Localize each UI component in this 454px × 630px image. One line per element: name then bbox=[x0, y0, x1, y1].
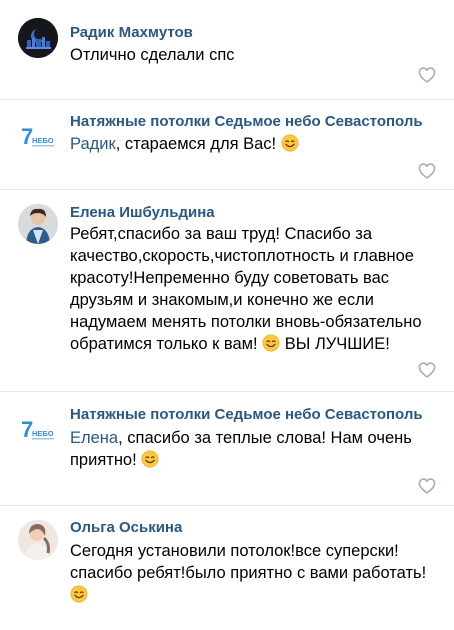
comment-body: , стараемся для Вас! bbox=[115, 135, 277, 153]
svg-text:НЕБО: НЕБО bbox=[32, 429, 54, 438]
comment-item: 7 НЕБО Натяжные потолки Седьмое небо Сев… bbox=[0, 392, 454, 505]
comment-body: , спасибо за теплые слова! Нам очень при… bbox=[70, 429, 412, 469]
brand-logo-7-nebo-icon: 7 НЕБО bbox=[21, 417, 54, 442]
smiley-emoji-icon bbox=[262, 334, 280, 352]
comment-body-end: ВЫ ЛУЧШИЕ! bbox=[280, 335, 390, 353]
comment-item: Радик Махмутов Отлично сделали спс bbox=[0, 0, 454, 99]
woman-photo-avatar-icon bbox=[18, 520, 58, 560]
smiley-emoji-icon bbox=[281, 134, 299, 152]
comment-author[interactable]: Натяжные потолки Седьмое небо Севастопол… bbox=[70, 113, 423, 131]
mention-link[interactable]: Радик bbox=[70, 135, 116, 153]
avatar[interactable] bbox=[18, 204, 58, 244]
comment-text: Елена, спасибо за теплые слова! Нам очен… bbox=[70, 427, 442, 471]
heart-icon[interactable] bbox=[418, 163, 436, 179]
comment-author[interactable]: Елена Ишбульдина bbox=[70, 204, 215, 222]
comment-item: Елена Ишбульдина Ребят,спасибо за ваш тр… bbox=[0, 190, 454, 390]
avatar[interactable] bbox=[18, 520, 58, 560]
comment-text: Сегодня установили потолок!все суперски!… bbox=[70, 540, 442, 606]
brand-logo-7-nebo-icon: 7 НЕБО bbox=[21, 124, 54, 149]
smiley-emoji-icon bbox=[141, 450, 159, 468]
comment-author[interactable]: Натяжные потолки Седьмое небо Севастопол… bbox=[70, 406, 423, 424]
mention-link[interactable]: Елена bbox=[70, 429, 118, 447]
comment-body: Сегодня установили потолок!все суперски!… bbox=[70, 542, 427, 582]
comment-text: Радик, стараемся для Вас! bbox=[70, 133, 442, 155]
avatar[interactable]: 7 НЕБО bbox=[18, 409, 58, 449]
comment-item: 7 НЕБО Натяжные потолки Седьмое небо Сев… bbox=[0, 100, 454, 189]
svg-text:НЕБО: НЕБО bbox=[32, 136, 54, 145]
smiley-emoji-icon bbox=[70, 585, 88, 603]
comment-item: Ольга Оськина Сегодня установили потолок… bbox=[0, 506, 454, 630]
comment-text: Отлично сделали спс bbox=[70, 46, 235, 64]
comment-body: Ребят,спасибо за ваш труд! Спасибо за ка… bbox=[70, 225, 422, 353]
moon-city-avatar-icon bbox=[18, 18, 58, 58]
comment-author[interactable]: Ольга Оськина bbox=[70, 519, 182, 537]
heart-icon[interactable] bbox=[418, 67, 436, 83]
heart-icon[interactable] bbox=[418, 478, 436, 494]
heart-icon[interactable] bbox=[418, 362, 436, 378]
avatar[interactable] bbox=[18, 18, 58, 58]
comment-text: Ребят,спасибо за ваш труд! Спасибо за ка… bbox=[70, 223, 442, 355]
comment-author[interactable]: Радик Махмутов bbox=[70, 24, 193, 42]
avatar[interactable]: 7 НЕБО bbox=[18, 116, 58, 156]
woman-photo-avatar-icon bbox=[18, 204, 58, 244]
